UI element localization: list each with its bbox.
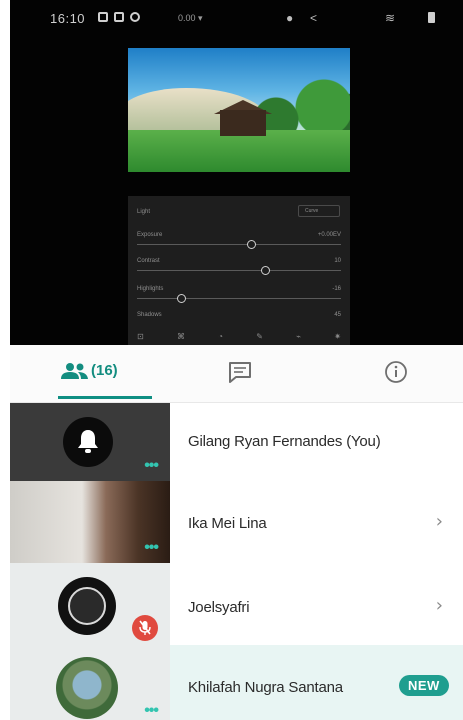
network-speed: 0.00 ▾ (178, 13, 203, 23)
avatar (63, 417, 113, 467)
list-item[interactable]: ••• Ika Mei Lina › (10, 481, 463, 563)
slider-knob (246, 240, 256, 249)
editor-toolbar: ⊡ ⌘ ◔ ✎ ⌁ ✷ (137, 332, 341, 342)
participant-name: Ika Mei Lina (188, 515, 267, 532)
share-icon: < (310, 11, 318, 25)
participant-name: Joelsyafri (188, 599, 250, 616)
video-thumbnail: ••• (10, 481, 170, 563)
list-item[interactable]: ••• Khilafah Nugra Santana NEW (10, 645, 463, 720)
screen-icon (114, 12, 124, 22)
slider-value: 10 (334, 258, 341, 264)
notification-icon (130, 12, 140, 22)
list-item[interactable]: ••• Gilang Ryan Fernandes (You) (10, 403, 463, 481)
info-icon (385, 361, 407, 383)
participant-list: ••• Gilang Ryan Fernandes (You) ••• Ika … (10, 403, 463, 720)
edited-photo (128, 48, 350, 172)
bell-icon (78, 430, 98, 453)
more-options-icon[interactable]: ••• (144, 540, 159, 556)
alarm-icon: ● (286, 11, 294, 25)
chevron-right-icon[interactable]: › (436, 511, 443, 532)
participant-name: Gilang Ryan Fernandes (You) (188, 433, 381, 450)
filter-icon: ⌘ (176, 332, 185, 341)
tab-participants[interactable]: (16) (30, 345, 152, 403)
new-badge: NEW (399, 675, 449, 696)
meeting-tab-bar: (16) (10, 345, 463, 403)
slider-knob (177, 294, 187, 303)
chevron-right-icon[interactable]: › (436, 595, 443, 616)
panel-title: Light (137, 209, 151, 215)
slider-label: Highlights (137, 286, 164, 292)
more-options-icon[interactable]: ••• (144, 703, 159, 719)
slider-label: Exposure (137, 232, 163, 238)
curve-button: Curve (298, 205, 340, 217)
slider-highlights: Highlights -16 (137, 286, 341, 306)
slider-value: +0.00EV (317, 232, 341, 238)
shared-status-bar: 16:10 0.00 ▾ ● < ≋ (10, 0, 463, 36)
shared-screen: 16:10 0.00 ▾ ● < ≋ Light Curve Exposure … (10, 0, 463, 345)
participant-name: Khilafah Nugra Santana (188, 679, 343, 696)
video-thumbnail: ••• (10, 403, 170, 481)
effects-icon: ⌁ (296, 332, 302, 341)
video-thumbnail: ••• (10, 645, 170, 720)
signal-icon: ≋ (385, 11, 396, 25)
crop-icon: ⊡ (137, 332, 144, 341)
video-thumbnail (10, 563, 170, 645)
slider-shadows: Shadows 45 (137, 312, 341, 332)
avatar (58, 577, 116, 635)
muted-mic-badge (132, 615, 158, 641)
people-icon (61, 363, 88, 379)
slider-contrast: Contrast 10 (137, 258, 341, 278)
slider-label: Shadows (137, 312, 162, 318)
slider-label: Contrast (137, 258, 160, 264)
mic-off-icon (139, 620, 151, 635)
list-item[interactable]: Joelsyafri › (10, 563, 463, 645)
color-icon: ◔ (218, 332, 224, 341)
tab-info[interactable] (376, 345, 416, 403)
brush-icon: ✎ (256, 332, 263, 341)
slider-value: 45 (334, 312, 341, 318)
slider-knob (261, 266, 271, 275)
chat-icon (229, 362, 251, 383)
avatar (56, 657, 118, 719)
adjustment-panel: Light Curve Exposure +0.00EV Contrast 10… (128, 196, 350, 345)
gallery-icon (98, 12, 108, 22)
tab-chat[interactable] (220, 345, 260, 403)
slider-exposure: Exposure +0.00EV (137, 232, 341, 252)
slider-value: -16 (332, 286, 341, 292)
active-tab-indicator (58, 396, 152, 399)
status-time: 16:10 (50, 11, 86, 26)
sun-icon: ✷ (334, 332, 341, 341)
battery-icon (428, 12, 435, 23)
participant-count: (16) (91, 362, 118, 379)
more-options-icon[interactable]: ••• (144, 458, 159, 474)
